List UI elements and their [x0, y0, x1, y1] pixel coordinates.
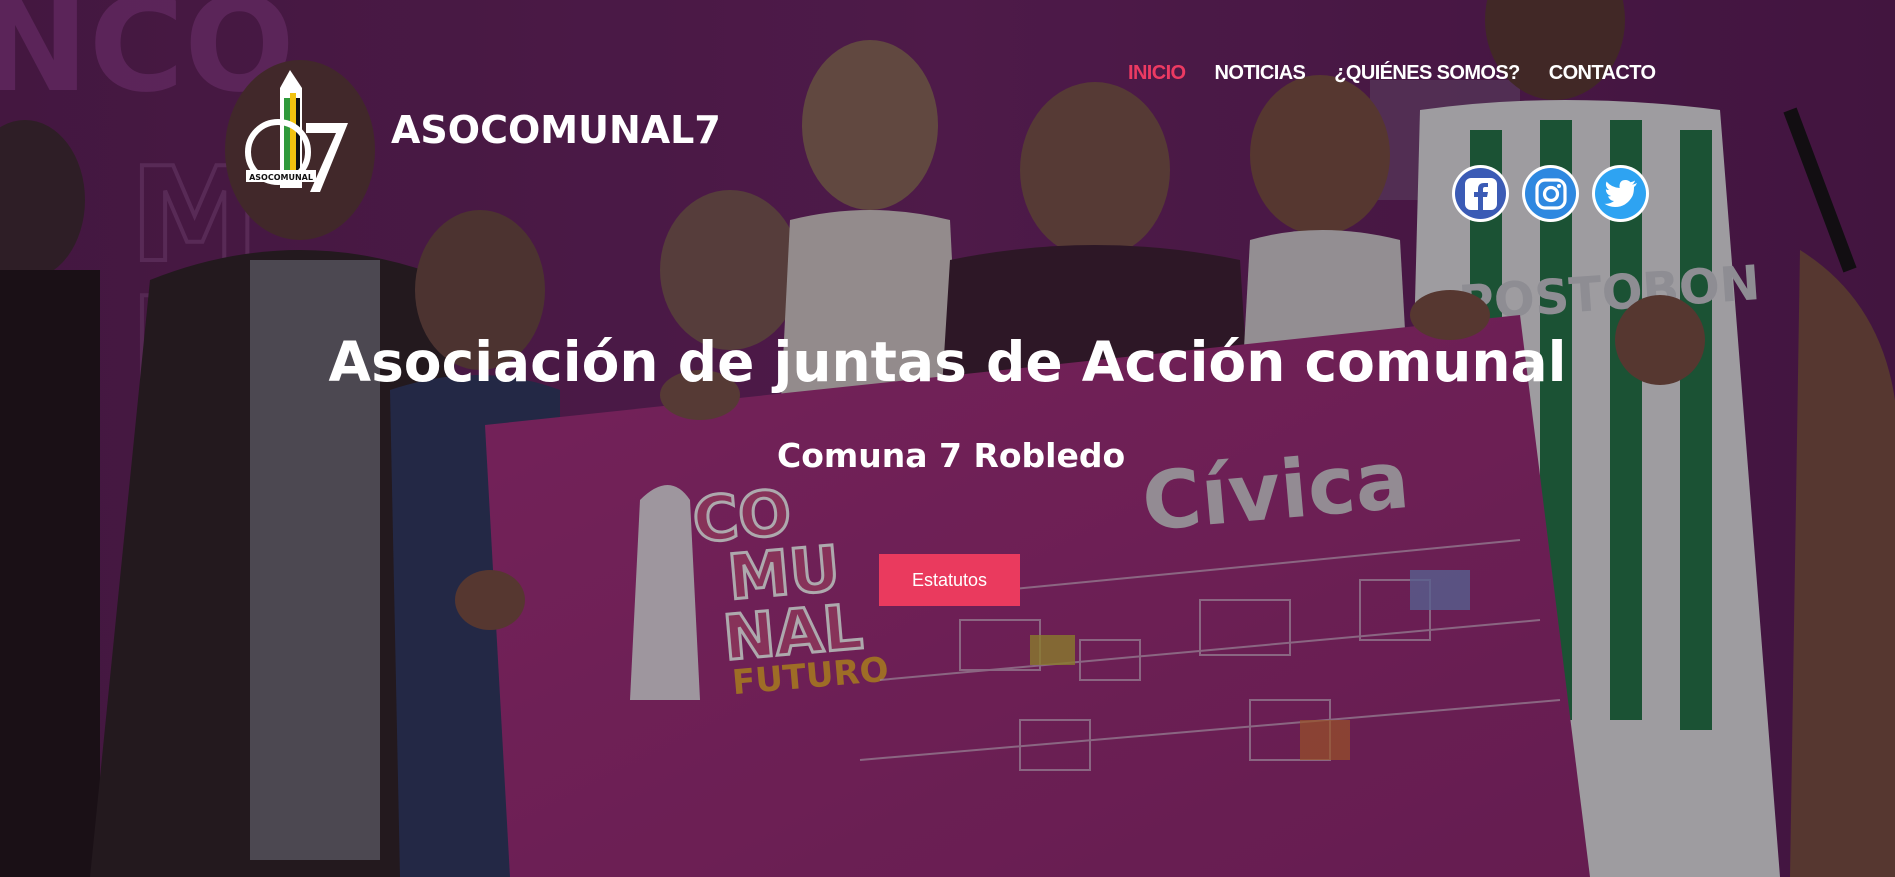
- twitter-icon: [1604, 179, 1637, 207]
- main-nav: INICIO NOTICIAS ¿QUIÉNES SOMOS? CONTACTO: [1128, 62, 1656, 85]
- facebook-link[interactable]: [1452, 165, 1509, 222]
- nav-item-noticias[interactable]: NOTICIAS: [1215, 62, 1306, 85]
- social-links: [1452, 165, 1649, 222]
- hero-title: Asociación de juntas de Acción comunal: [0, 330, 1895, 394]
- twitter-link[interactable]: [1592, 165, 1649, 222]
- instagram-link[interactable]: [1522, 165, 1579, 222]
- logo-text: ASOCOMUNAL: [249, 173, 313, 182]
- nav-item-contacto[interactable]: CONTACTO: [1549, 62, 1656, 85]
- nav-item-quienes-somos[interactable]: ¿QUIÉNES SOMOS?: [1334, 62, 1520, 85]
- nav-item-inicio[interactable]: INICIO: [1128, 62, 1186, 85]
- estatutos-button[interactable]: Estatutos: [879, 554, 1020, 606]
- site-brand[interactable]: ASOCOMUNAL7: [391, 108, 721, 152]
- asocomunal-logo[interactable]: ASOCOMUNAL: [240, 68, 352, 194]
- hero-section: NCO M NA POSTOBON Cívica: [0, 0, 1895, 877]
- instagram-icon: [1534, 177, 1567, 210]
- hero-subtitle: Comuna 7 Robledo: [777, 436, 1126, 475]
- facebook-icon: [1464, 177, 1497, 210]
- hero-title-text: Asociación de juntas de Acción comunal: [328, 330, 1567, 394]
